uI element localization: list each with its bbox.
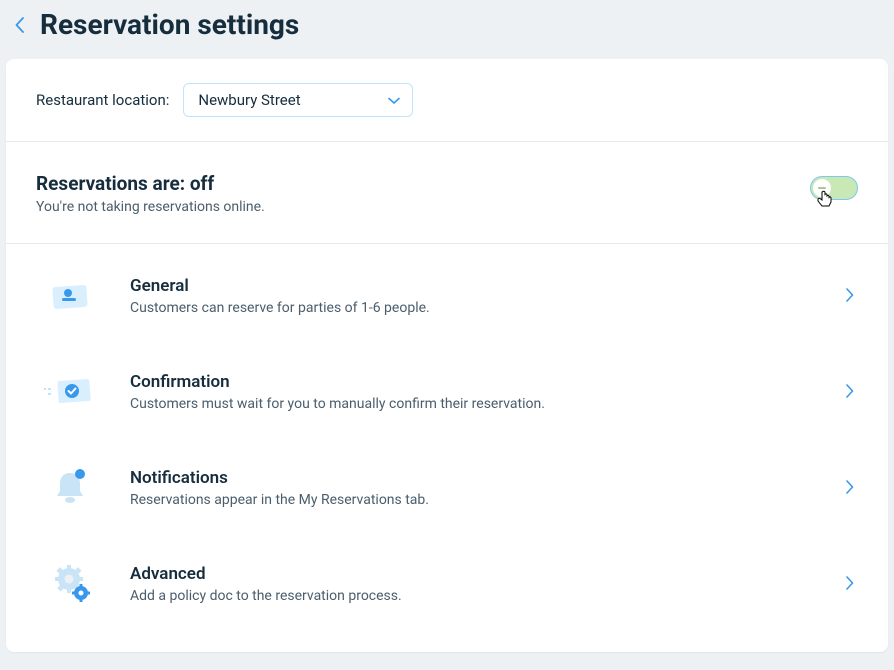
- back-button[interactable]: [8, 14, 30, 36]
- settings-list: General Customers can reserve for partie…: [6, 244, 888, 652]
- settings-card: Restaurant location: Newbury Street Rese…: [6, 59, 888, 652]
- location-row: Restaurant location: Newbury Street: [6, 59, 888, 142]
- setting-desc: Add a policy doc to the reservation proc…: [130, 588, 834, 604]
- setting-desc: Reservations appear in the My Reservatio…: [130, 492, 834, 508]
- setting-title: Advanced: [130, 564, 834, 584]
- setting-item-general[interactable]: General Customers can reserve for partie…: [36, 248, 858, 344]
- chevron-right-icon: [846, 287, 854, 306]
- advanced-icon: [40, 562, 100, 606]
- setting-desc: Customers can reserve for parties of 1-6…: [130, 300, 834, 316]
- chevron-right-icon: [846, 575, 854, 594]
- chevron-left-icon: [15, 17, 24, 33]
- location-selected-value: Newbury Street: [198, 91, 300, 109]
- setting-title: General: [130, 276, 834, 296]
- confirmation-icon: [40, 370, 100, 414]
- setting-item-advanced[interactable]: Advanced Add a policy doc to the reserva…: [36, 536, 858, 632]
- chevron-right-icon: [846, 479, 854, 498]
- setting-item-notifications[interactable]: Notifications Reservations appear in the…: [36, 440, 858, 536]
- reservations-status-title: Reservations are: off: [36, 172, 265, 195]
- notifications-icon: [40, 466, 100, 510]
- setting-desc: Customers must wait for you to manually …: [130, 396, 834, 412]
- location-label: Restaurant location:: [36, 91, 169, 109]
- setting-title: Confirmation: [130, 372, 834, 392]
- reservations-toggle[interactable]: [810, 176, 858, 200]
- chevron-right-icon: [846, 383, 854, 402]
- general-icon: [40, 274, 100, 318]
- reservations-status-row: Reservations are: off You're not taking …: [6, 142, 888, 244]
- location-select[interactable]: Newbury Street: [183, 83, 413, 117]
- page-title: Reservation settings: [40, 8, 299, 41]
- reservations-status-subtitle: You're not taking reservations online.: [36, 199, 265, 215]
- setting-item-confirmation[interactable]: Confirmation Customers must wait for you…: [36, 344, 858, 440]
- chevron-down-icon: [388, 91, 400, 109]
- toggle-knob: [813, 179, 831, 197]
- setting-title: Notifications: [130, 468, 834, 488]
